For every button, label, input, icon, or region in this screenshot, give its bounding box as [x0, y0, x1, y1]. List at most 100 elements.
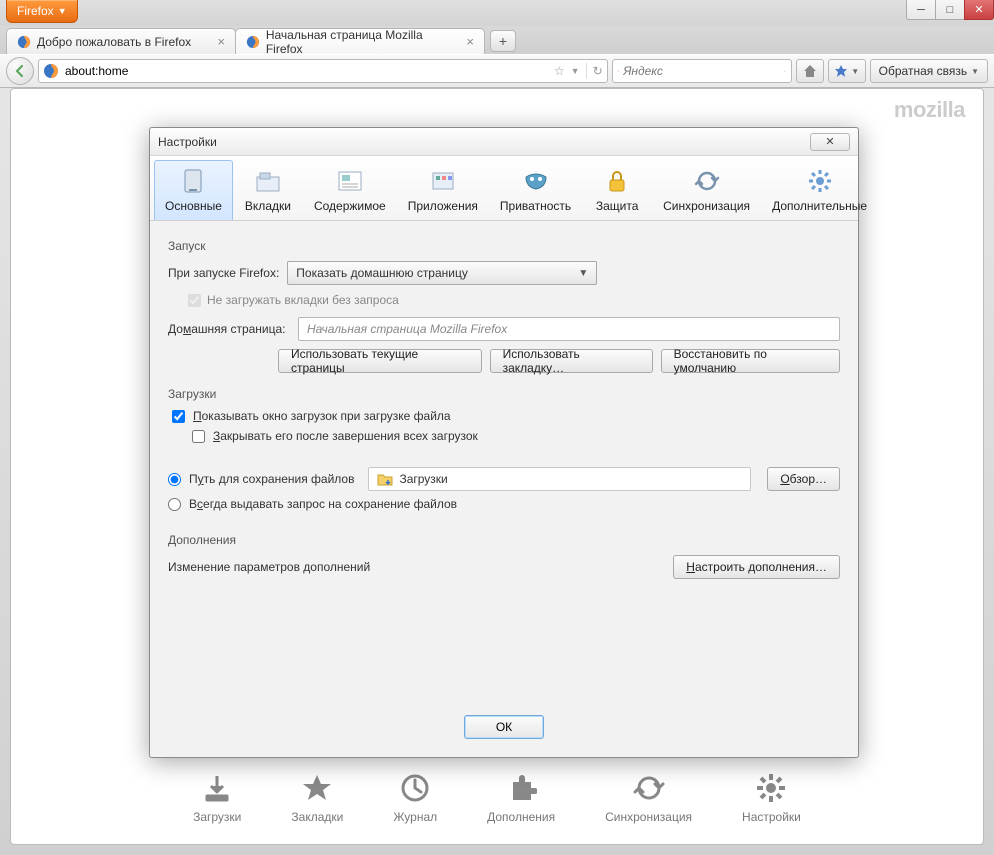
mozilla-logo: mozilla [894, 97, 965, 123]
search-icon[interactable] [784, 65, 785, 78]
gear-icon [806, 167, 834, 195]
content-icon [336, 167, 364, 195]
chevron-down-icon: ▼ [851, 67, 859, 76]
browse-button[interactable]: Обзор… [767, 467, 840, 491]
dont-load-tabs-checkbox [188, 294, 201, 307]
chevron-down-icon: ▼ [578, 268, 588, 279]
close-icon: ✕ [825, 135, 834, 148]
privacy-mask-icon [522, 167, 550, 195]
reload-icon[interactable]: ↻ [593, 64, 603, 78]
chevron-down-icon[interactable]: ▼ [571, 66, 580, 76]
shortcut-downloads[interactable]: Загрузки [193, 772, 241, 824]
general-icon [179, 167, 207, 195]
settings-categories: Основные Вкладки Содержимое Приложения П… [150, 156, 858, 221]
applications-icon [429, 167, 457, 195]
shortcut-bookmarks[interactable]: Закладки [291, 772, 343, 824]
shortcut-settings[interactable]: Настройки [742, 772, 801, 824]
window-close-button[interactable]: ✕ [964, 0, 994, 20]
category-advanced[interactable]: Дополнительные [761, 160, 878, 220]
use-current-pages-button[interactable]: Использовать текущие страницы [278, 349, 482, 373]
lock-icon [603, 167, 631, 195]
tab-label: Начальная страница Mozilla Firefox [266, 28, 461, 56]
new-tab-button[interactable]: + [490, 30, 516, 52]
when-start-value: Показать домашнюю страницу [296, 266, 468, 280]
search-input[interactable] [623, 64, 780, 78]
firefox-icon [17, 35, 31, 49]
dialog-titlebar[interactable]: Настройки ✕ [150, 128, 858, 156]
tab-startpage[interactable]: Начальная страница Mozilla Firefox × [235, 28, 485, 54]
back-button[interactable] [6, 57, 34, 85]
ok-button[interactable]: ОК [464, 715, 544, 739]
dont-load-tabs-label: Не загружать вкладки без запроса [207, 293, 399, 307]
always-ask-label: Всегда выдавать запрос на сохранение фай… [189, 497, 457, 511]
shortcut-addons[interactable]: Дополнения [487, 772, 555, 824]
save-to-path-label: Путь для сохранения файлов [189, 472, 354, 486]
puzzle-icon [505, 772, 537, 804]
category-privacy[interactable]: Приватность [489, 160, 582, 220]
always-ask-radio[interactable] [168, 498, 181, 511]
tab-label: Добро пожаловать в Firefox [37, 35, 191, 49]
content-area: mozilla Загрузки Закладки Журнал Дополне… [10, 88, 984, 845]
download-path-field[interactable]: Загрузки [368, 467, 751, 491]
close-after-downloads-label: Закрывать его после завершения всех загр… [213, 429, 478, 443]
sync-icon [693, 167, 721, 195]
chevron-down-icon: ▼ [971, 67, 979, 76]
clock-icon [399, 772, 431, 804]
window-minimize-button[interactable]: ─ [906, 0, 936, 20]
url-input[interactable] [65, 64, 548, 78]
addons-description: Изменение параметров дополнений [168, 560, 370, 574]
home-icon [802, 63, 818, 79]
close-after-downloads-checkbox[interactable] [192, 430, 205, 443]
settings-dialog: Настройки ✕ Основные Вкладки Содержимое [149, 127, 859, 758]
tab-close-icon[interactable]: × [466, 34, 474, 49]
addons-section-label: Дополнения [168, 533, 840, 547]
url-bar[interactable]: ☆ ▼ ↻ [38, 59, 608, 83]
feedback-button[interactable]: Обратная связь ▼ [870, 59, 988, 83]
gear-icon [755, 772, 787, 804]
tab-welcome[interactable]: Добро пожаловать в Firefox × [6, 28, 236, 54]
show-downloads-window-label: Показывать окно загрузок при загрузке фа… [193, 409, 451, 423]
folder-icon [377, 471, 393, 487]
downloads-section-label: Загрузки [168, 387, 840, 401]
home-shortcuts: Загрузки Закладки Журнал Дополнения Синх… [11, 772, 983, 824]
sync-icon [633, 772, 665, 804]
dialog-title: Настройки [158, 135, 217, 149]
category-sync[interactable]: Синхронизация [652, 160, 761, 220]
configure-addons-button[interactable]: Настроить дополнения… [673, 555, 840, 579]
category-security[interactable]: Защита [582, 160, 652, 220]
bookmarks-icon [834, 64, 848, 78]
firefox-menu-label: Firefox [17, 4, 54, 18]
category-content[interactable]: Содержимое [303, 160, 397, 220]
startup-section-label: Запуск [168, 239, 840, 253]
navigation-toolbar: ☆ ▼ ↻ Я ▼ Обратная связь ▼ [0, 54, 994, 88]
firefox-menu-button[interactable]: Firefox ▼ [6, 0, 78, 23]
tabs-icon [254, 167, 282, 195]
feedback-label: Обратная связь [879, 64, 967, 78]
search-bar[interactable]: Я [612, 59, 792, 83]
bookmarks-menu-button[interactable]: ▼ [828, 59, 866, 83]
category-tabs[interactable]: Вкладки [233, 160, 303, 220]
yandex-icon: Я [618, 64, 620, 78]
shortcut-history[interactable]: Журнал [393, 772, 437, 824]
tab-strip: Добро пожаловать в Firefox × Начальная с… [0, 26, 994, 54]
star-icon [301, 772, 333, 804]
download-icon [201, 772, 233, 804]
use-bookmark-button[interactable]: Использовать закладку… [490, 349, 653, 373]
when-start-select[interactable]: Показать домашнюю страницу ▼ [287, 261, 597, 285]
bookmark-star-icon[interactable]: ☆ [554, 64, 565, 78]
homepage-input[interactable]: Начальная страница Mozilla Firefox [298, 317, 840, 341]
homepage-label: Домашняя страница: [168, 322, 290, 336]
firefox-icon [43, 63, 59, 79]
window-maximize-button[interactable]: □ [935, 0, 965, 20]
tab-close-icon[interactable]: × [217, 34, 225, 49]
restore-default-button[interactable]: Восстановить по умолчанию [661, 349, 840, 373]
show-downloads-window-checkbox[interactable] [172, 410, 185, 423]
category-applications[interactable]: Приложения [397, 160, 489, 220]
dialog-close-button[interactable]: ✕ [810, 133, 850, 151]
save-to-path-radio[interactable] [168, 473, 181, 486]
arrow-left-icon [13, 64, 27, 78]
category-general[interactable]: Основные [154, 160, 233, 220]
shortcut-sync[interactable]: Синхронизация [605, 772, 692, 824]
firefox-icon [246, 35, 260, 49]
home-button[interactable] [796, 59, 824, 83]
